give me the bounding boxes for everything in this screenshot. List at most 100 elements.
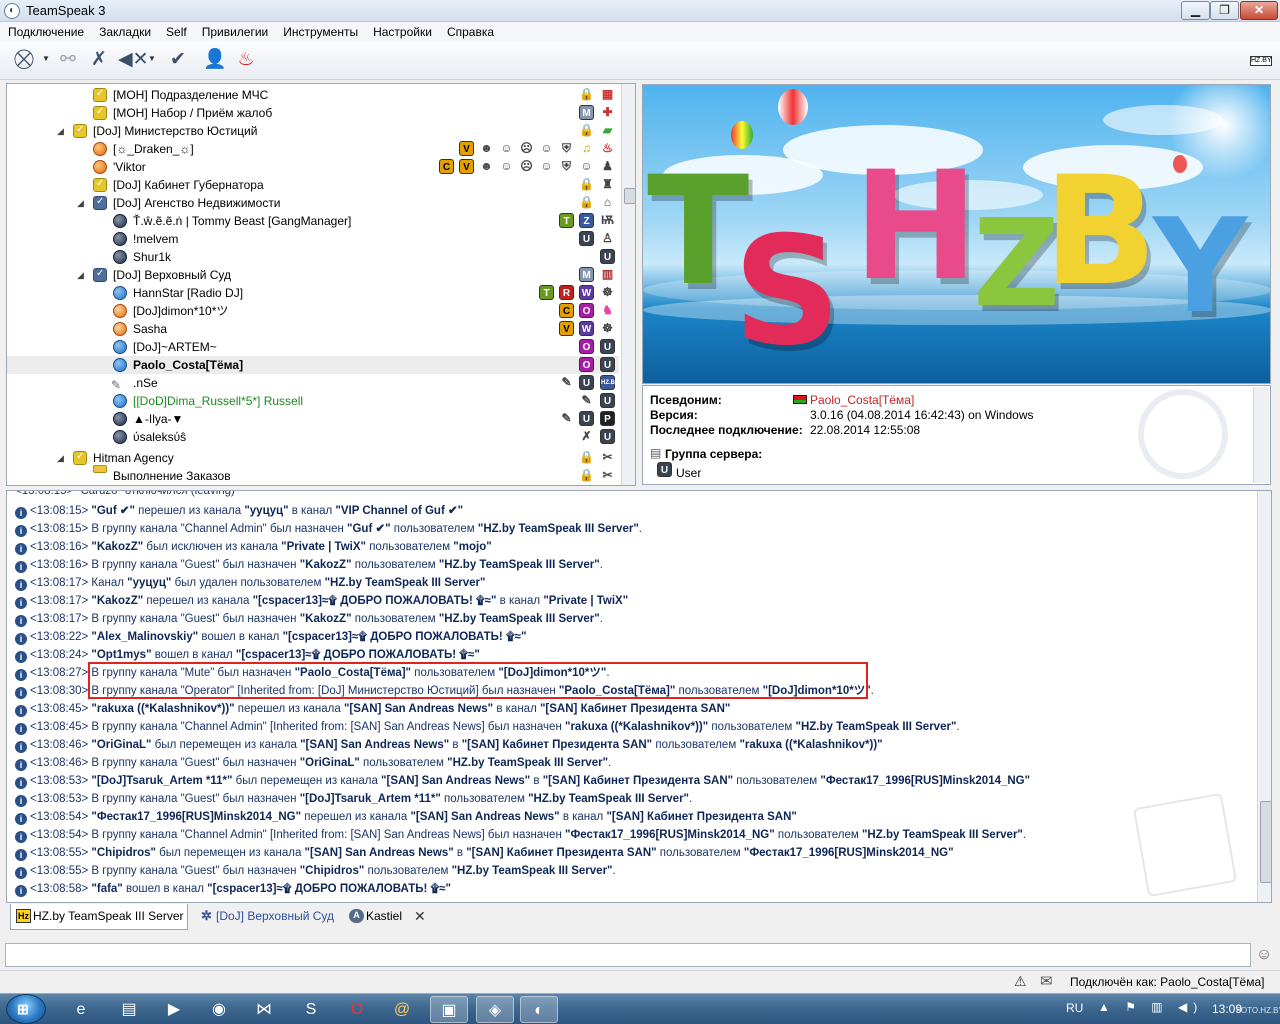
disconnect-icon[interactable]: ⚯ [56, 48, 80, 72]
belarus-flag-icon [793, 395, 807, 404]
tree-row-user[interactable]: [[DoD]Dima_Russell*5*] Russell ✎ U [7, 392, 619, 410]
info-icon: i [15, 633, 27, 645]
log-line: i <13:08:54> В группу канала "Channel Adm… [15, 826, 1026, 844]
firefox-icon[interactable]: ◉ [200, 996, 238, 1023]
channel-icon [93, 85, 107, 103]
tree-row-user[interactable]: HannStar [Radio DJ] T R W ☸ [7, 284, 619, 302]
channel-icon [93, 175, 107, 193]
explorer-icon[interactable]: ▤ [110, 996, 148, 1023]
lock-icon: 🔒 [579, 468, 594, 482]
log-scroll-thumb[interactable] [1260, 801, 1271, 883]
away-icon[interactable]: ✔ [166, 48, 190, 72]
info-scrollbar[interactable] [1253, 387, 1269, 483]
emoticon-icon[interactable]: ☺ [1254, 945, 1274, 965]
client-info-panel: Псевдоним: Paolo_Costa[Тёма] Версия: 3.0… [642, 385, 1271, 485]
log-line: i <13:08:46> "OriGinaL" был перемещен из … [15, 736, 883, 754]
menu-self[interactable]: Self [158, 22, 194, 39]
hz-logo: HZ.BY [600, 375, 619, 390]
connect-icon[interactable]: ⛒ [12, 48, 36, 72]
tab-server[interactable]: Hz HZ.by TeamSpeak III Server [10, 904, 188, 930]
tree-scroll-thumb[interactable] [624, 188, 635, 204]
tab-channel[interactable]: ✲ [DoJ] Верховный Суд [194, 904, 340, 930]
tree-row-user[interactable]: [☼_Draken_☼] V ☻ ☺ ☹ ☺ ⛨ ♫ ♨ [7, 140, 619, 158]
browser-icon[interactable]: @ [383, 996, 421, 1023]
chevron-down-icon[interactable]: ▼ [42, 54, 50, 63]
tree-row-user[interactable]: !melvem U ♙ [7, 230, 619, 248]
menu-bookmarks[interactable]: Закладки [91, 22, 158, 39]
tree-row-user[interactable]: ύsaleksύŝ ✗ U [7, 428, 619, 446]
menu-settings[interactable]: Настройки [365, 22, 439, 39]
user-icon [113, 430, 127, 444]
collapse-icon[interactable]: ◢ [77, 194, 84, 212]
log-line: <13:08:15> "Caruzo" отключился (leaving) [15, 490, 235, 497]
collapse-icon[interactable]: ◢ [57, 449, 64, 467]
tree-row-user[interactable]: .nSe ✎ U HZ.BY [7, 374, 619, 392]
mute-mic-icon[interactable]: ✗ [87, 48, 111, 72]
log-scrollbar[interactable] [1257, 491, 1271, 902]
menu-connections[interactable]: Подключение [0, 22, 91, 39]
collapse-icon[interactable]: ◢ [57, 122, 64, 140]
channel-icon [93, 265, 107, 283]
menu-permissions[interactable]: Привилегии [194, 22, 276, 39]
tree-row-user[interactable]: 'Viktor C V ☻ ☺ ☹ ☺ ⛨ ☺ ♟ [7, 158, 619, 176]
log-line: i <13:08:17> "KakozZ" перешел из канала "… [15, 592, 628, 610]
badge-o: O [579, 357, 594, 372]
game-icon[interactable]: ◈ [476, 996, 514, 1023]
balloon-icon [778, 89, 808, 125]
mute-speakers-icon[interactable]: ◀✕ [118, 48, 149, 72]
tree-row-channel[interactable]: Выполнение Заказов 🔒 ✂ [7, 465, 619, 485]
chat-input[interactable] [5, 943, 1251, 967]
badge-u: U [600, 357, 615, 372]
tab-private-chat[interactable]: A Kastiel ✕ [344, 904, 436, 930]
chevron-down-icon[interactable]: ▼ [148, 54, 156, 63]
tree-row-user[interactable]: [DoJ]dimon*10*ツ C O ♞ [7, 302, 619, 320]
mail-icon[interactable]: ✉ [1040, 972, 1053, 990]
ambulance-icon: ✚ [602, 105, 613, 119]
log-line: i <13:08:46> В группу канала "Guest" был … [15, 754, 611, 772]
tree-row-user[interactable]: Ť.ŵ.ẽ.ẽ.ṅ | Tommy Beast [GangManager] T … [7, 212, 619, 230]
minimize-button[interactable]: ▁ [1181, 1, 1210, 20]
hz-devil-icon[interactable]: ♨ [234, 48, 258, 72]
tree-row-user[interactable]: Sasha V W ☸ [7, 320, 619, 338]
face-icon: ☹ [520, 141, 533, 155]
agent-icon: ♙ [602, 231, 613, 245]
trollface-icon: ☻ [480, 159, 493, 173]
connected-as-status: Подключён как: Paolo_Costa[Тёма] [1070, 975, 1265, 989]
tree-row-user[interactable]: ▲-Ilya-▼ ✎ U P [7, 410, 619, 428]
teamspeak-icon[interactable]: ◐ [520, 996, 558, 1023]
tree-row-channel[interactable]: [DoJ] Кабинет Губернатора 🔒 ♜ [7, 175, 619, 194]
menu-help[interactable]: Справка [439, 22, 501, 39]
user-away-icon [113, 304, 127, 318]
ie-icon[interactable]: e [62, 996, 100, 1023]
tray-icons[interactable]: ▲ ⚑ ▥ ◀) [1098, 1000, 1203, 1014]
visual-studio-icon[interactable]: ⋈ [245, 996, 283, 1023]
lock-icon: 🔒 [579, 87, 594, 101]
user-away-icon [93, 142, 107, 156]
warning-icon[interactable]: ⚠ [1014, 973, 1027, 990]
menu-tools[interactable]: Инструменты [275, 22, 365, 39]
contacts-icon[interactable]: 👤 [203, 48, 227, 72]
window-title: TeamSpeak 3 [26, 3, 106, 18]
tree-row-user[interactable]: Shur1k U [7, 248, 619, 266]
tree-scrollbar[interactable] [621, 84, 635, 485]
channel-icon [93, 193, 107, 211]
tree-row-channel[interactable]: ◢ [DoJ] Министерство Юстиций 🔒 ▰ [7, 121, 619, 140]
collapse-icon[interactable]: ◢ [77, 266, 84, 284]
media-player-icon[interactable]: ▶ [155, 996, 193, 1023]
tree-row-channel[interactable]: ◢ [DoJ] Верховный Суд M ▥ [7, 265, 619, 284]
log-line: i <13:08:55> "Chipidros" был перемещен из… [15, 844, 954, 862]
tree-row-channel[interactable]: [МОН] Набор / Приём жалоб M ✚ [7, 103, 619, 122]
tree-row-user[interactable]: [DoJ]~ARTEM~ O U [7, 338, 619, 356]
maximize-button[interactable]: ❐ [1210, 1, 1239, 20]
tree-row-channel[interactable]: ◢ [DoJ] Агенство Недвижимости 🔒 ⌂ [7, 193, 619, 212]
close-icon[interactable]: ✕ [414, 904, 426, 928]
channel-tree[interactable]: [МОН] Подразделение МЧС 🔒 ▦ [МОН] Набор … [6, 83, 636, 486]
language-indicator[interactable]: RU [1066, 1001, 1083, 1015]
tree-row-channel[interactable]: [МОН] Подразделение МЧС 🔒 ▦ [7, 85, 619, 104]
skype-icon[interactable]: S [292, 996, 330, 1023]
close-button[interactable]: ✕ [1240, 1, 1278, 20]
opera-icon[interactable]: O [338, 996, 376, 1023]
samp-icon[interactable]: ▣ [430, 996, 468, 1023]
tree-row-user-selected[interactable]: Paolo_Costa[Тёма] O U [7, 356, 619, 374]
governor-icon: ♜ [602, 177, 613, 191]
